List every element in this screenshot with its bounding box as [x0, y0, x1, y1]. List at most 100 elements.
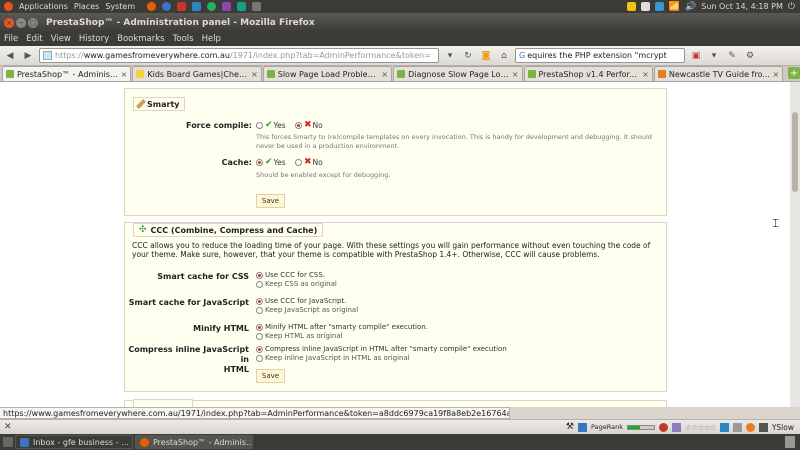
menu-bookmarks[interactable]: Bookmarks [117, 34, 165, 44]
close-window-button[interactable]: × [4, 17, 14, 28]
volume-icon[interactable]: 🔊 [685, 2, 696, 12]
close-tab-icon[interactable]: × [381, 70, 388, 79]
home-icon[interactable]: ⌂ [497, 49, 511, 63]
app-launcher-icon[interactable] [192, 2, 202, 11]
ubuntu-logo-icon[interactable] [4, 2, 13, 11]
app-launcher-icon[interactable] [177, 2, 187, 11]
close-tab-icon[interactable]: × [121, 70, 128, 79]
maximize-window-button[interactable]: □ [28, 17, 38, 28]
css-use-ccc-option[interactable]: Use CCC for CSS. [256, 271, 325, 279]
js-use-ccc-option[interactable]: Use CCC for JavaScript. [256, 297, 346, 305]
menu-view[interactable]: View [51, 34, 71, 44]
html-keep-original-radio[interactable] [256, 332, 263, 340]
inline-js-keep-original-option[interactable]: Keep inline JavaScript in HTML as origin… [256, 354, 410, 362]
js-keep-original-radio[interactable] [256, 306, 263, 314]
minimize-window-button[interactable]: − [16, 17, 26, 28]
scrollbar-thumb[interactable] [792, 112, 798, 192]
close-tab-icon[interactable]: × [773, 70, 780, 79]
menu-help[interactable]: Help [202, 34, 221, 44]
extension-icon[interactable]: ⚙ [743, 49, 757, 63]
inline-js-compress-option[interactable]: Compress inline JavaScript in HTML after… [256, 345, 507, 353]
show-desktop-icon[interactable] [3, 437, 13, 447]
firebug-icon[interactable] [745, 422, 755, 432]
chrome-launcher-icon[interactable] [207, 2, 217, 11]
addon-dropdown-icon[interactable]: ▾ [707, 49, 721, 63]
close-tab-icon[interactable]: × [642, 70, 649, 79]
system-menu[interactable]: System [105, 2, 135, 11]
tools-addon-icon[interactable]: ⚒ [566, 422, 574, 432]
cache-no-option[interactable]: ✖ No [295, 157, 323, 167]
force-compile-yes-radio[interactable] [256, 121, 263, 129]
js-keep-original-option[interactable]: Keep JavaScript as original [256, 306, 358, 314]
cache-no-radio[interactable] [295, 158, 302, 166]
force-compile-no-option[interactable]: ✖ No [295, 120, 323, 130]
menu-history[interactable]: History [79, 34, 109, 44]
power-icon[interactable]: ⏻ [788, 2, 795, 12]
ccc-save-button[interactable]: Save [256, 369, 285, 383]
url-dropdown-icon[interactable]: ▾ [443, 49, 457, 63]
css-keep-original-radio[interactable] [256, 280, 263, 288]
app-launcher-icon[interactable] [252, 2, 262, 11]
addon-icon[interactable]: ▣ [689, 49, 703, 63]
addon-icon[interactable] [732, 422, 742, 432]
css-keep-original-option[interactable]: Keep CSS as original [256, 280, 337, 288]
wifi-icon[interactable]: 📶 [669, 2, 680, 12]
tab-kids-board-games[interactable]: Kids Board Games|Ches... × [132, 66, 262, 81]
firefox-launcher-icon[interactable] [147, 2, 157, 11]
addon-icon[interactable] [658, 422, 668, 432]
new-tab-icon[interactable]: + [788, 67, 800, 79]
google-search-icon[interactable]: G [519, 51, 525, 60]
places-menu[interactable]: Places [74, 2, 99, 11]
tab-newcastle-tv-guide[interactable]: Newcastle TV Guide fro... × [653, 66, 784, 81]
forward-icon[interactable]: ▶ [21, 49, 35, 63]
smarty-save-button[interactable]: Save [256, 194, 285, 208]
force-compile-no-radio[interactable] [295, 121, 302, 129]
tab-prestashop-performance[interactable]: PrestaShop v1.4 Perfor... × [523, 66, 653, 81]
menu-edit[interactable]: Edit [26, 34, 42, 44]
search-input[interactable]: G equires the PHP extension "mcrypt [515, 48, 685, 63]
back-icon[interactable]: ◀ [3, 49, 17, 63]
url-bar[interactable]: https:// www.gamesfromeverywhere.com.au … [39, 48, 439, 63]
addon-icon[interactable] [578, 422, 587, 432]
close-tab-icon[interactable]: × [512, 70, 519, 79]
mail-icon[interactable] [640, 2, 650, 11]
app-launcher-icon[interactable] [237, 2, 247, 11]
html-minify-option[interactable]: Minify HTML after "smarty compile" execu… [256, 323, 428, 331]
tab-prestashop-admin[interactable]: PrestaShop™ - Administ... × [2, 66, 132, 81]
addon-icon[interactable] [671, 422, 681, 432]
notification-icon[interactable] [626, 2, 636, 11]
menu-file[interactable]: File [4, 34, 18, 44]
taskbar-item-firefox[interactable]: PrestaShop™ - Adminis... [135, 435, 253, 449]
css-use-ccc-radio[interactable] [256, 271, 263, 279]
site-identity-icon[interactable] [43, 51, 52, 60]
tab-slow-page-load[interactable]: Slow Page Load Problem... × [262, 66, 393, 81]
menu-tools[interactable]: Tools [173, 34, 194, 44]
applications-menu[interactable]: Applications [19, 2, 68, 11]
addon-icon[interactable] [719, 422, 729, 432]
rating-stars-icon[interactable]: ☆☆☆☆☆ [685, 423, 717, 432]
tools-icon[interactable]: ✎ [725, 49, 739, 63]
html-minify-radio[interactable] [256, 323, 263, 331]
inline-js-keep-original-radio[interactable] [256, 354, 263, 362]
yslow-button[interactable]: YSlow [772, 423, 794, 432]
close-addon-bar-icon[interactable]: ✕ [4, 422, 12, 432]
clock[interactable]: Sun Oct 14, 4:18 PM [701, 2, 783, 11]
force-compile-yes-option[interactable]: ✔ Yes [256, 120, 286, 130]
close-tab-icon[interactable]: × [251, 70, 258, 79]
rss-icon[interactable]: ◙ [479, 49, 493, 63]
cache-yes-radio[interactable] [256, 158, 263, 166]
help-launcher-icon[interactable] [162, 2, 172, 11]
html-keep-original-option[interactable]: Keep HTML as original [256, 332, 343, 340]
bluetooth-icon[interactable] [654, 2, 664, 11]
page-scrollbar[interactable] [790, 82, 800, 407]
reload-icon[interactable]: ↻ [461, 49, 475, 63]
js-use-ccc-radio[interactable] [256, 297, 263, 305]
cache-label: Cache: [221, 158, 252, 167]
taskbar-item-inbox[interactable]: Inbox - gfe business - ... [15, 435, 133, 449]
trash-icon[interactable] [785, 436, 795, 448]
inline-js-compress-radio[interactable] [256, 345, 263, 353]
app-launcher-icon[interactable] [222, 2, 232, 11]
tab-diagnose-slow-page[interactable]: Diagnose Slow Page Loa... × [393, 66, 523, 81]
addon-icon[interactable] [758, 422, 768, 432]
cache-yes-option[interactable]: ✔ Yes [256, 157, 286, 167]
